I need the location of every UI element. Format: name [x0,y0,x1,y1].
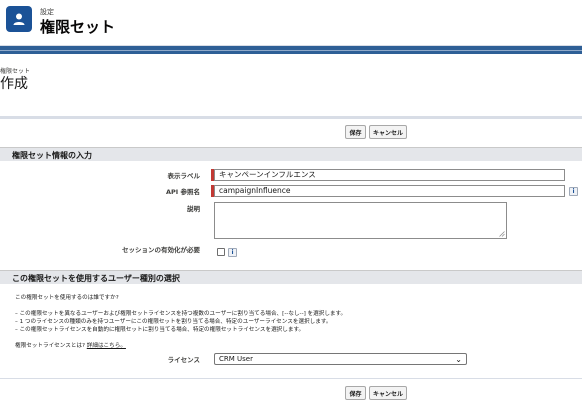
license-bullet: – この権限セットを異なるユーザーおよび権限セットライセンスを持つ複数のユーザー… [15,311,347,317]
divider [0,378,582,379]
page-header: 設定 権限セット [0,0,582,46]
label-field-label: 表示ラベル [167,172,201,180]
session-field-label: セッションの有効化が必要 [122,246,200,254]
user-icon [6,6,32,32]
license-bullet: – 1 つのライセンスの種類のみを持つユーザーにこの権限セットを割り当てる場合、… [15,319,332,325]
header-band-line [0,50,582,51]
cancel-button-top[interactable]: キャンセル [369,125,407,139]
chevron-down-icon: ⌄ [455,355,462,364]
section-title-license: この権限セットを使用するユーザー種別の選択 [12,274,180,283]
info-icon[interactable]: i [569,187,578,196]
session-required-checkbox[interactable] [217,248,225,256]
api-name-input[interactable]: campaignInfluence [214,185,565,197]
label-input[interactable]: キャンペーンインフルエンス [214,169,565,181]
license-help-text: 権限セットライセンスとは? [15,343,85,349]
license-select[interactable]: CRM User ⌄ [214,353,467,365]
license-question: この権限セットを使用するのは誰ですか? [15,295,119,301]
description-field-label: 説明 [187,205,200,213]
section-title-info: 権限セット情報の入力 [12,151,92,160]
cancel-button-bottom[interactable]: キャンセル [369,386,407,400]
divider [0,116,582,119]
save-button-bottom[interactable]: 保存 [345,386,366,400]
license-field-label: ライセンス [167,356,200,364]
api-name-field-label: API 参照名 [166,188,200,196]
resize-handle-icon[interactable] [499,231,505,237]
license-select-value: CRM User [219,355,253,363]
info-icon[interactable]: i [228,248,237,257]
section-header-info: 権限セット情報の入力 [0,147,582,161]
license-help-link[interactable]: 詳細はこちら。 [87,343,126,349]
record-title-section [0,54,582,116]
save-button-top[interactable]: 保存 [345,125,366,139]
section-header-license: この権限セットを使用するユーザー種別の選択 [0,270,582,284]
page-title: 権限セット [40,18,116,36]
description-textarea[interactable] [214,202,507,239]
license-bullet: – この権限セットライセンスを自動的に権限セットに割り当てる場合、特定の権限セッ… [15,327,305,333]
record-heading: 作成 [0,76,28,92]
license-help: 権限セットライセンスとは? 詳細はこちら。 [15,341,126,349]
